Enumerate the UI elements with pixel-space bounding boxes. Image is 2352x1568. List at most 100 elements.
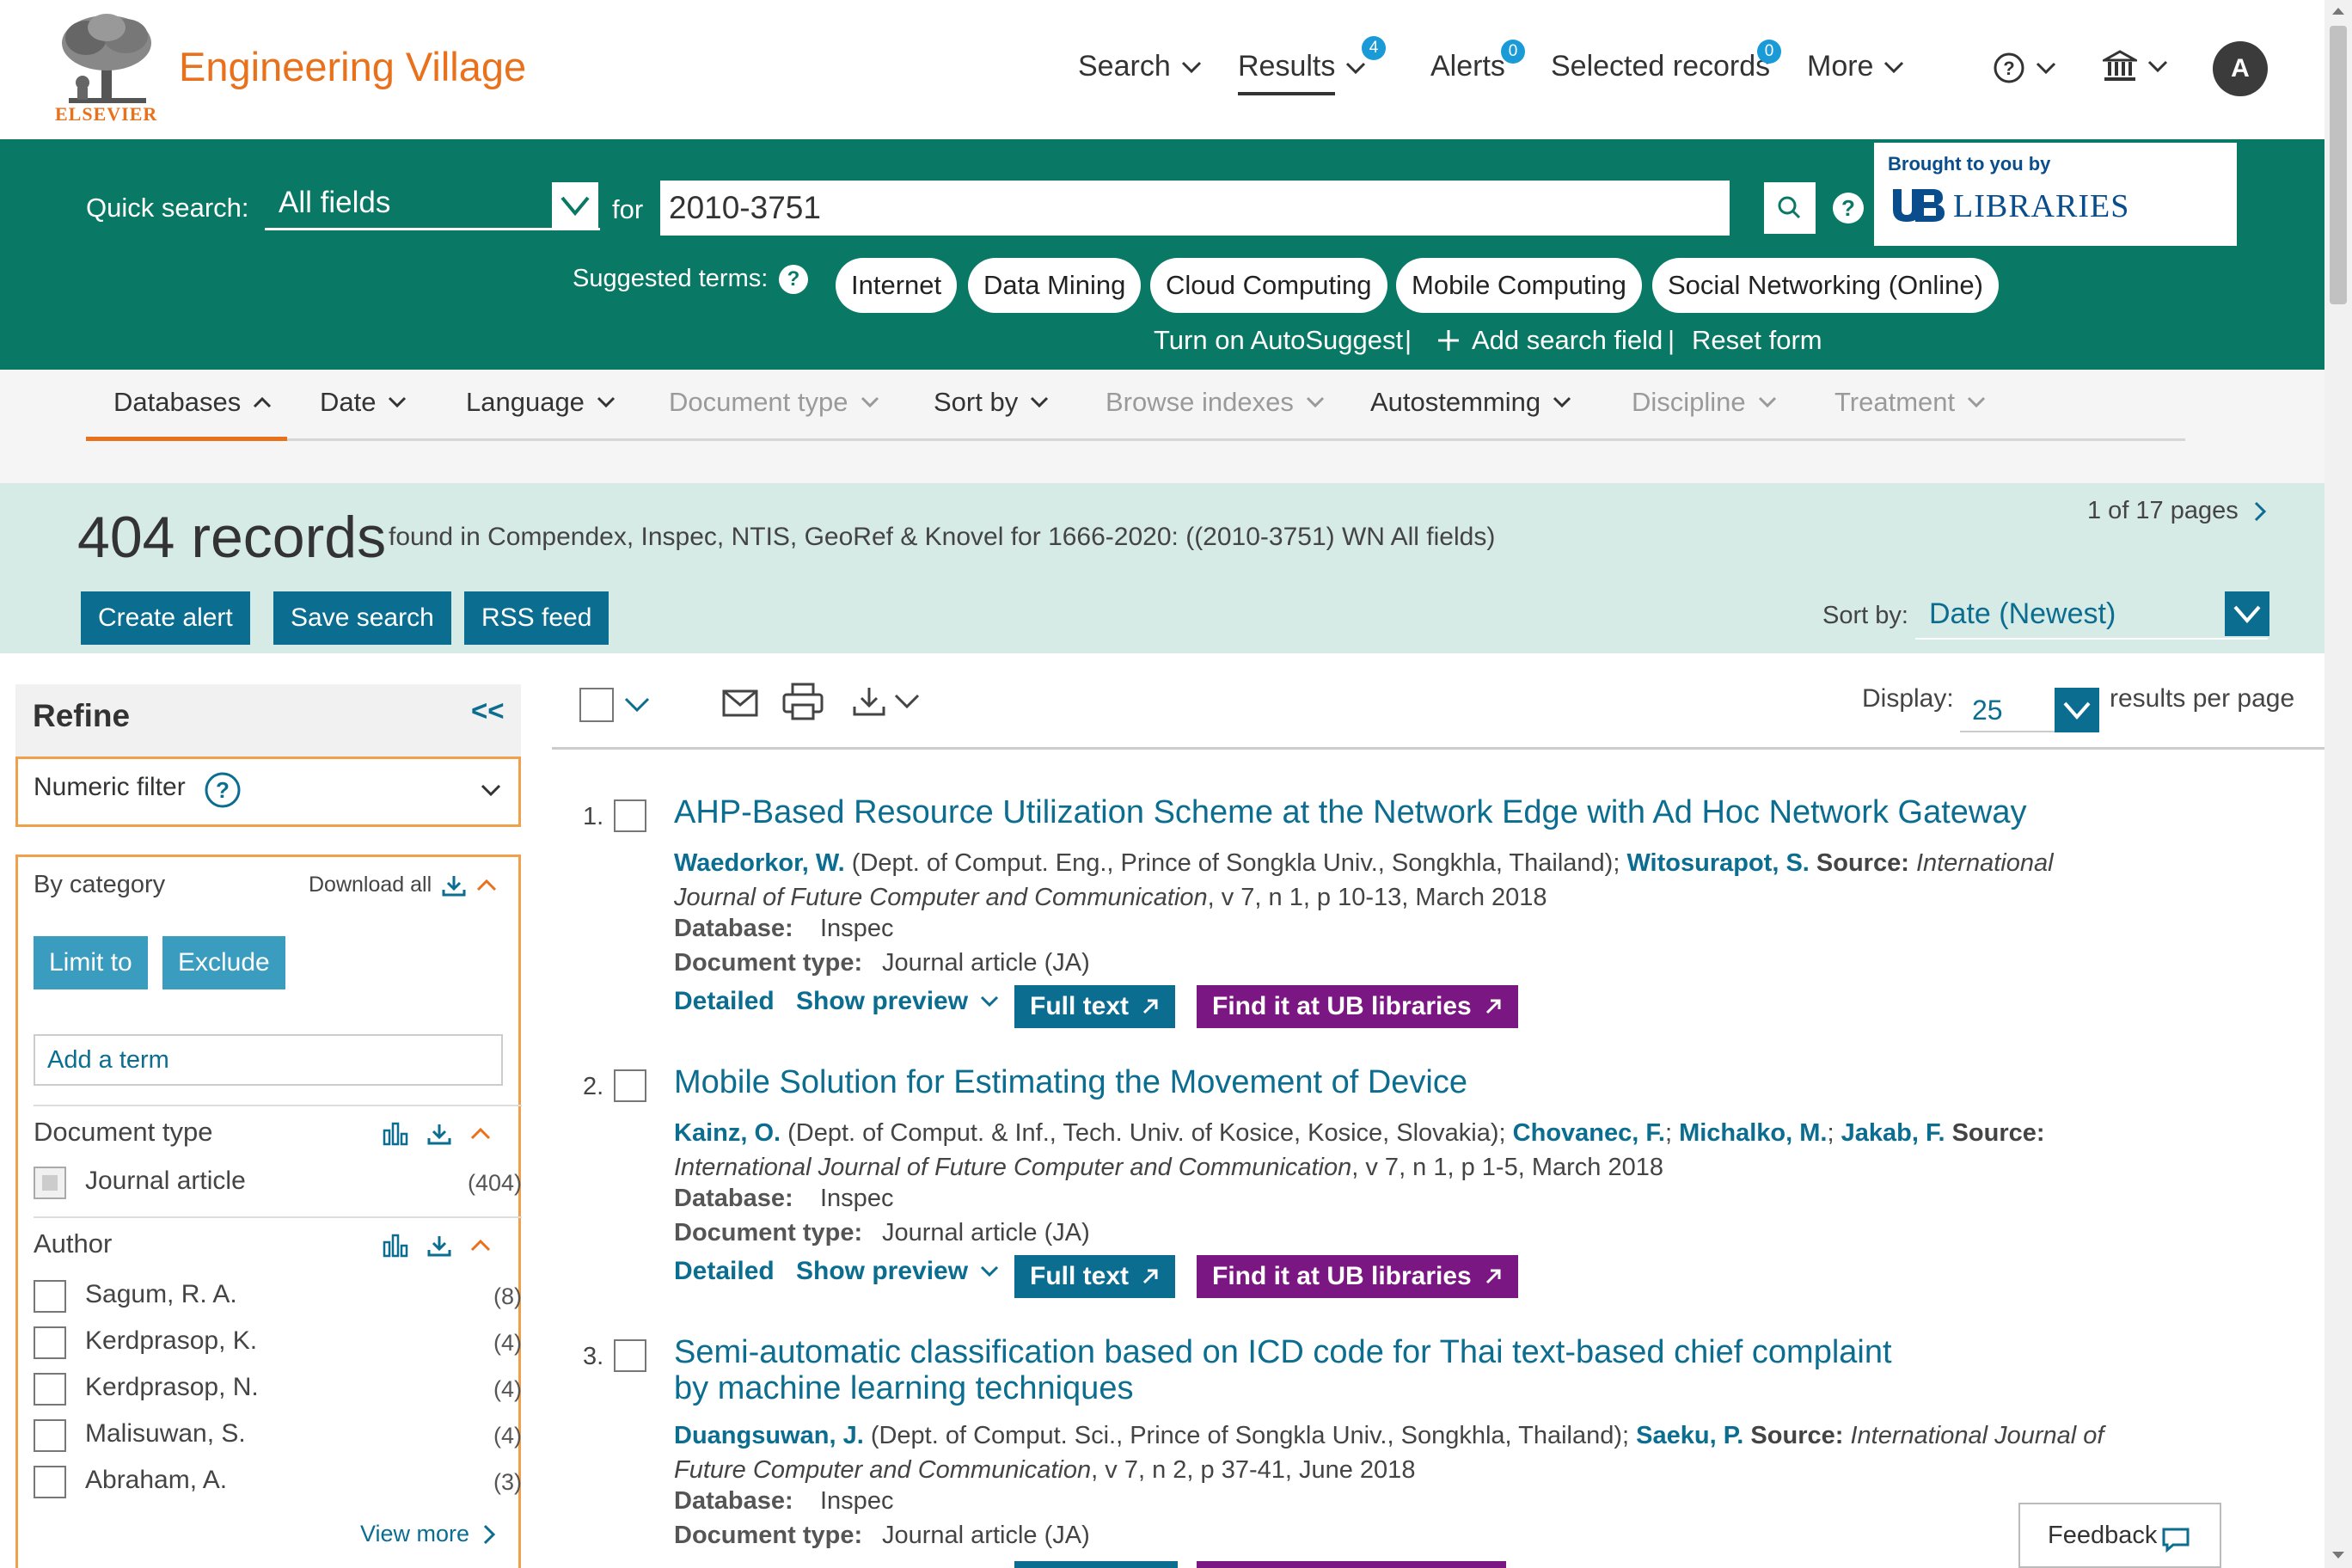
- author-link[interactable]: Chovanec, F.: [1513, 1119, 1665, 1147]
- numeric-filter-section[interactable]: Numeric filter ?: [15, 756, 521, 827]
- author-link[interactable]: Witosurapot, S.: [1626, 849, 1809, 877]
- full-text-button[interactable]: Full text: [1014, 985, 1176, 1028]
- suggested-term-chip[interactable]: Social Networking (Online): [1652, 258, 1999, 313]
- chevron-up-icon[interactable]: [470, 1127, 491, 1141]
- pagination[interactable]: 1 of 17 pages: [2087, 497, 2266, 525]
- record-title-link[interactable]: AHP-Based Resource Utilization Scheme at…: [674, 794, 2307, 830]
- chevron-up-icon[interactable]: [470, 1239, 491, 1253]
- facet-option[interactable]: Kerdprasop, N. (4): [34, 1369, 522, 1411]
- page-scrollbar[interactable]: [2324, 0, 2352, 1568]
- search-field-select[interactable]: All fields: [265, 179, 600, 230]
- nav-alerts[interactable]: Alerts: [1430, 50, 1505, 83]
- facet-checkbox[interactable]: [34, 1167, 66, 1199]
- download-menu[interactable]: [853, 686, 920, 717]
- ub-libraries-banner[interactable]: Brought to you by LIBRARIES: [1874, 143, 2237, 246]
- chevron-down-icon[interactable]: [552, 182, 598, 229]
- rss-feed-button[interactable]: RSS feed: [464, 591, 609, 645]
- tab-browse-indexes[interactable]: Browse indexes: [1106, 387, 1325, 418]
- download-icon[interactable]: [427, 1123, 451, 1145]
- facet-option[interactable]: Abraham, A. (3): [34, 1462, 522, 1504]
- limit-to-button[interactable]: Limit to: [34, 936, 148, 989]
- author-link[interactable]: Waedorkor, W.: [674, 849, 845, 877]
- record-title-link[interactable]: Semi-automatic classification based on I…: [674, 1334, 1895, 1406]
- suggested-term-chip[interactable]: Cloud Computing: [1150, 258, 1387, 313]
- reset-form-link[interactable]: Reset form: [1692, 325, 1822, 356]
- tab-date[interactable]: Date: [320, 387, 407, 418]
- tab-databases[interactable]: Databases: [113, 387, 272, 418]
- suggested-term-chip[interactable]: Data Mining: [968, 258, 1142, 313]
- suggested-help-icon[interactable]: ?: [779, 265, 808, 294]
- author-link[interactable]: Kainz, O.: [674, 1119, 781, 1147]
- nav-results[interactable]: Results: [1238, 50, 1366, 95]
- autosuggest-toggle[interactable]: Turn on AutoSuggest: [1154, 325, 1403, 356]
- email-icon[interactable]: [722, 688, 758, 719]
- brand-title[interactable]: Engineering Village: [179, 43, 526, 90]
- full-text-button[interactable]: [1014, 1561, 1178, 1568]
- facet-checkbox[interactable]: [34, 1373, 66, 1406]
- author-link[interactable]: Michalko, M.: [1679, 1119, 1827, 1147]
- record-checkbox[interactable]: [614, 1069, 646, 1102]
- record-checkbox[interactable]: [614, 799, 646, 832]
- chevron-down-icon[interactable]: [2055, 688, 2099, 732]
- sort-by-select[interactable]: Date (Newest): [1915, 590, 2268, 640]
- download-icon[interactable]: [427, 1234, 451, 1257]
- collapse-panel-button[interactable]: <<: [471, 695, 505, 727]
- show-preview-toggle[interactable]: Show preview: [796, 1257, 999, 1286]
- find-at-ub-button[interactable]: Find it at UB libraries: [1197, 985, 1518, 1028]
- add-term-input[interactable]: Add a term: [34, 1034, 503, 1086]
- bar-chart-icon[interactable]: [383, 1122, 408, 1146]
- print-icon[interactable]: [782, 683, 824, 720]
- exclude-button[interactable]: Exclude: [162, 936, 285, 989]
- detailed-link[interactable]: Detailed: [674, 1257, 775, 1286]
- record-checkbox[interactable]: [614, 1339, 646, 1372]
- find-at-ub-button[interactable]: Find it at UB libraries: [1197, 1255, 1518, 1298]
- add-search-field-link[interactable]: Add search field: [1436, 325, 1663, 356]
- chevron-up-icon[interactable]: [476, 879, 497, 892]
- author-link[interactable]: Saeku, P.: [1636, 1422, 1743, 1449]
- tab-language[interactable]: Language: [466, 387, 616, 418]
- facet-option[interactable]: Journal article (404): [34, 1163, 522, 1204]
- elsevier-logo[interactable]: ELSEVIER: [52, 12, 163, 125]
- bar-chart-icon[interactable]: [383, 1234, 408, 1258]
- author-link[interactable]: Jakab, F.: [1841, 1119, 1945, 1147]
- scroll-up-arrow-icon[interactable]: [2331, 7, 2345, 15]
- tab-autostemming[interactable]: Autostemming: [1370, 387, 1571, 418]
- search-input[interactable]: [660, 181, 1730, 236]
- nav-more[interactable]: More: [1807, 50, 1904, 83]
- scrollbar-thumb[interactable]: [2330, 26, 2347, 304]
- help-menu[interactable]: ?: [1993, 52, 2056, 84]
- search-help-icon[interactable]: ?: [1833, 193, 1864, 224]
- facet-option[interactable]: Kerdprasop, K. (4): [34, 1323, 522, 1364]
- create-alert-button[interactable]: Create alert: [81, 591, 250, 645]
- author-link[interactable]: Duangsuwan, J.: [674, 1422, 864, 1449]
- facet-checkbox[interactable]: [34, 1466, 66, 1498]
- find-at-ub-button[interactable]: [1197, 1561, 1506, 1568]
- facet-checkbox[interactable]: [34, 1280, 66, 1313]
- chevron-right-icon[interactable]: [2254, 501, 2266, 522]
- suggested-term-chip[interactable]: Mobile Computing: [1396, 258, 1642, 313]
- chevron-down-icon[interactable]: [624, 696, 650, 714]
- view-more-link[interactable]: View more: [360, 1521, 496, 1547]
- nav-selected-records[interactable]: Selected records: [1551, 50, 1770, 83]
- save-search-button[interactable]: Save search: [273, 591, 451, 645]
- download-all-link[interactable]: Download all: [309, 873, 497, 897]
- full-text-button[interactable]: Full text: [1014, 1255, 1176, 1298]
- suggested-term-chip[interactable]: Internet: [836, 258, 958, 313]
- record-title-link[interactable]: Mobile Solution for Estimating the Movem…: [674, 1064, 2307, 1100]
- tab-document-type[interactable]: Document type: [669, 387, 879, 418]
- facet-checkbox[interactable]: [34, 1419, 66, 1452]
- tab-treatment[interactable]: Treatment: [1834, 387, 1986, 418]
- show-preview-toggle[interactable]: Show preview: [796, 987, 999, 1016]
- search-button[interactable]: [1764, 182, 1816, 234]
- tab-discipline[interactable]: Discipline: [1632, 387, 1777, 418]
- user-avatar[interactable]: A: [2213, 41, 2268, 96]
- tab-sort-by[interactable]: Sort by: [934, 387, 1049, 418]
- select-all-checkbox[interactable]: [579, 688, 614, 722]
- facet-option[interactable]: Sagum, R. A. (8): [34, 1277, 522, 1318]
- chevron-down-icon[interactable]: [2225, 591, 2269, 636]
- facet-option[interactable]: Malisuwan, S. (4): [34, 1416, 522, 1457]
- detailed-link[interactable]: Detailed: [674, 987, 775, 1016]
- nav-search[interactable]: Search: [1078, 50, 1202, 83]
- feedback-button[interactable]: Feedback: [2018, 1503, 2221, 1568]
- institution-menu[interactable]: [2103, 50, 2168, 83]
